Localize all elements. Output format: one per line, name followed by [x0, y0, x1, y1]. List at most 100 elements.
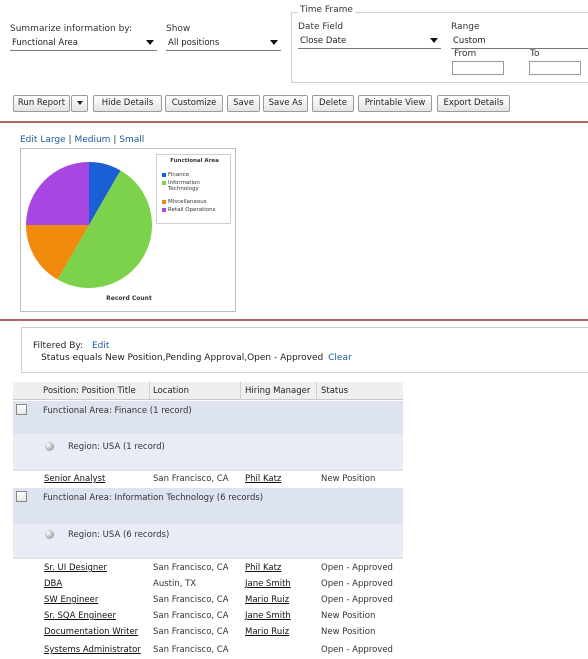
chevron-down-icon [270, 40, 278, 45]
date-field-value: Close Date [300, 36, 347, 46]
legend-title: Functional Area [170, 158, 219, 164]
position-title-link[interactable]: Documentation Writer [44, 627, 138, 637]
table-row: Sr. SQA Engineer San Francisco, CA Jane … [13, 611, 403, 623]
caret-down-icon [76, 100, 83, 105]
subgroup-label: Region: USA (1 record) [68, 442, 165, 452]
table-row: SW Engineer San Francisco, CA Mario Ruiz… [13, 595, 403, 607]
hiring-manager-link[interactable]: Mario Ruiz [245, 595, 289, 605]
status-cell: Open - Approved [321, 645, 393, 655]
globe-icon [45, 530, 54, 539]
link-separator: | [68, 135, 72, 145]
printable-view-button[interactable]: Printable View [358, 95, 432, 112]
column-header-status[interactable]: Status [321, 386, 348, 396]
row-divider [13, 470, 403, 471]
status-cell: New Position [321, 474, 376, 484]
date-field-select[interactable]: Close Date [298, 34, 441, 49]
column-divider [240, 382, 241, 400]
hiring-manager-link[interactable]: Jane Smith [245, 611, 291, 621]
date-field-label: Date Field [298, 22, 344, 32]
customize-button[interactable]: Customize [165, 95, 223, 112]
position-title-link[interactable]: Systems Administrator [44, 645, 141, 655]
show-label: Show [166, 24, 191, 34]
hiring-manager-link[interactable]: Phil Katz [245, 474, 281, 484]
hiring-manager-link[interactable]: Phil Katz [245, 563, 281, 573]
from-date-input[interactable] [452, 61, 504, 75]
table-row: Sr. UI Designer San Francisco, CA Phil K… [13, 563, 403, 575]
to-date-input[interactable] [529, 61, 581, 75]
hiring-manager-link[interactable]: Mario Ruiz [245, 627, 289, 637]
table-row: Systems Administrator San Francisco, CA … [13, 645, 403, 657]
table-header: Position: Position Title Location Hiring… [13, 382, 403, 400]
chevron-down-icon [146, 40, 154, 45]
legend-label: Retail Operations [168, 207, 216, 213]
show-select[interactable]: All positions [166, 36, 281, 51]
range-select[interactable]: Custom [451, 34, 588, 49]
chart-large-link[interactable]: Large [40, 135, 65, 145]
group-label: Functional Area: Information Technology … [43, 493, 264, 503]
range-value: Custom [453, 36, 486, 46]
table-row: Documentation Writer San Francisco, CA M… [13, 627, 403, 639]
column-divider [149, 382, 150, 400]
column-header-hiring-manager[interactable]: Hiring Manager [245, 386, 310, 396]
status-cell: Open - Approved [321, 579, 393, 589]
legend-swatch [162, 181, 166, 185]
run-report-menu-button[interactable] [71, 95, 88, 112]
from-label: From [454, 49, 477, 59]
delete-button[interactable]: Delete [312, 95, 354, 112]
export-details-button[interactable]: Export Details [437, 95, 510, 112]
location-cell: San Francisco, CA [153, 645, 229, 655]
summarize-value: Functional Area [12, 38, 78, 48]
section-divider [0, 121, 588, 123]
hiring-manager-link[interactable]: Jane Smith [245, 579, 291, 589]
column-header-position-title[interactable]: Position: Position Title [43, 386, 136, 396]
column-divider [316, 382, 317, 400]
summarize-select[interactable]: Functional Area [10, 36, 157, 51]
location-cell: San Francisco, CA [153, 474, 229, 484]
group-checkbox[interactable] [16, 404, 27, 415]
table-row: Senior Analyst San Francisco, CA Phil Ka… [13, 474, 403, 486]
group-header-information-technology: Functional Area: Information Technology … [13, 488, 403, 524]
filter-criteria: Status equals New Position,Pending Appro… [41, 353, 324, 363]
legend-swatch [162, 200, 166, 204]
position-title-link[interactable]: Senior Analyst [44, 474, 105, 484]
location-cell: San Francisco, CA [153, 611, 229, 621]
subgroup-header-region: Region: USA (6 records) [13, 524, 403, 558]
subgroup-label: Region: USA (6 records) [68, 530, 170, 540]
row-divider [13, 558, 403, 559]
chart-title: Record Count [106, 295, 152, 302]
link-separator: | [113, 135, 117, 145]
status-cell: New Position [321, 627, 376, 637]
filter-criteria-line: Status equals New Position,Pending Appro… [41, 353, 352, 363]
range-label: Range [451, 22, 480, 32]
status-cell: New Position [321, 611, 376, 621]
filter-edit-link[interactable]: Edit [92, 341, 109, 351]
section-divider [0, 319, 588, 321]
status-cell: Open - Approved [321, 563, 393, 573]
filtered-by-label: Filtered By: [33, 341, 84, 351]
legend-label: Information Technology [168, 180, 200, 192]
filtered-by-line: Filtered By: Edit [33, 341, 109, 351]
location-cell: Austin, TX [153, 579, 197, 589]
group-header-finance: Functional Area: Finance (1 record) [13, 401, 403, 434]
location-cell: San Francisco, CA [153, 563, 229, 573]
column-header-location[interactable]: Location [153, 386, 189, 396]
position-title-link[interactable]: Sr. UI Designer [44, 563, 107, 573]
position-title-link[interactable]: Sr. SQA Engineer [44, 611, 116, 621]
save-button[interactable]: Save [227, 95, 260, 112]
position-title-link[interactable]: DBA [44, 579, 62, 589]
group-checkbox[interactable] [16, 491, 27, 502]
run-report-button[interactable]: Run Report [13, 95, 70, 112]
chart-edit-link[interactable]: Edit [20, 135, 37, 145]
position-title-link[interactable]: SW Engineer [44, 595, 98, 605]
location-cell: San Francisco, CA [153, 595, 229, 605]
show-value: All positions [168, 38, 220, 48]
chart-small-link[interactable]: Small [119, 135, 144, 145]
group-label: Functional Area: Finance (1 record) [43, 406, 192, 416]
save-as-button[interactable]: Save As [263, 95, 308, 112]
status-cell: Open - Approved [321, 595, 393, 605]
hide-details-button[interactable]: Hide Details [93, 95, 162, 112]
legend-label: Finance [168, 172, 190, 178]
filter-clear-link[interactable]: Clear [328, 353, 352, 363]
chart-medium-link[interactable]: Medium [74, 135, 110, 145]
legend-label: Miscellaneous [168, 199, 207, 205]
